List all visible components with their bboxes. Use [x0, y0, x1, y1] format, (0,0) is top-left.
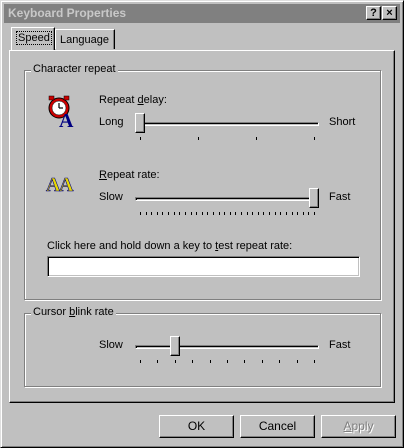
test-repeat-input[interactable] — [47, 256, 360, 277]
slider-tick — [235, 212, 236, 215]
slider-tick — [207, 212, 208, 215]
apply-button-label: Apply — [343, 419, 374, 433]
slider-tick — [247, 212, 248, 215]
slider-tick — [269, 212, 270, 215]
repeat-delay-min-label: Long — [99, 116, 124, 128]
cursor-blink-max-label: Fast — [329, 339, 351, 351]
repeat-delay-slider[interactable] — [135, 113, 319, 143]
title-bar[interactable]: Keyboard Properties ? × — [4, 4, 400, 23]
cursor-blink-slider[interactable] — [135, 336, 319, 366]
slider-tick — [252, 212, 253, 215]
repeat-rate-label: Repeat rate: — [99, 169, 160, 181]
cancel-button-label: Cancel — [258, 419, 297, 433]
repeat-rate-thumb[interactable] — [309, 188, 319, 208]
slider-tick — [314, 212, 315, 215]
slider-tick — [210, 360, 211, 363]
slider-tick — [192, 360, 193, 363]
cursor-blink-ticks — [140, 360, 315, 364]
ok-button[interactable]: OK — [159, 415, 234, 438]
slider-tick — [140, 212, 141, 215]
slider-tick — [162, 212, 163, 215]
slider-tick — [157, 360, 158, 363]
slider-tick — [219, 212, 220, 215]
slider-tick — [297, 360, 298, 363]
repeat-rate-icon: A A — [46, 174, 75, 195]
repeat-delay-thumb[interactable] — [135, 113, 145, 133]
slider-tick — [303, 212, 304, 215]
cancel-button[interactable]: Cancel — [240, 415, 315, 438]
slider-tick — [224, 212, 225, 215]
slider-tick — [151, 212, 152, 215]
slider-tick — [297, 212, 298, 215]
character-repeat-legend: Character repeat — [31, 63, 118, 75]
slider-tick — [179, 212, 180, 215]
test-repeat-prompt: Click here and hold down a key to test r… — [47, 240, 293, 252]
repeat-delay-ticks — [140, 137, 315, 141]
speed-tab-panel: Character repeat A Repeat delay: Long Sh… — [9, 50, 395, 403]
slider-tick — [262, 360, 263, 363]
repeat-delay-icon: A — [48, 95, 74, 129]
slider-tick — [140, 137, 141, 140]
slider-tick — [140, 360, 141, 363]
slider-tick — [241, 212, 242, 215]
slider-tick — [256, 137, 257, 140]
slider-tick — [279, 360, 280, 363]
slider-tick — [263, 212, 264, 215]
cursor-blink-preview — [65, 340, 66, 353]
close-icon: × — [386, 7, 393, 19]
repeat-rate-min-label: Slow — [99, 191, 123, 203]
slider-tick — [202, 212, 203, 215]
cursor-blink-thumb[interactable] — [170, 336, 180, 356]
close-button[interactable]: × — [382, 6, 397, 20]
repeat-delay-label: Repeat delay: — [99, 94, 167, 106]
repeat-delay-max-label: Short — [329, 116, 356, 128]
slider-tick — [258, 212, 259, 215]
tab-language-label: Language — [60, 34, 109, 46]
slider-tick — [244, 360, 245, 363]
slider-tick — [280, 212, 281, 215]
svg-text:A: A — [59, 110, 74, 129]
slider-tick — [146, 212, 147, 215]
tab-speed[interactable]: Speed — [11, 27, 55, 50]
slider-tick — [275, 212, 276, 215]
tab-speed-label: Speed — [16, 31, 52, 45]
slider-tick — [314, 360, 315, 363]
repeat-rate-ticks — [140, 212, 315, 216]
help-icon: ? — [370, 7, 377, 19]
slider-tick — [175, 360, 176, 363]
slider-tick — [292, 212, 293, 215]
cursor-blink-group: Cursor blink rate Slow Fast — [24, 306, 381, 387]
keyboard-properties-window: Keyboard Properties ? × Speed Language C… — [0, 0, 404, 448]
cursor-blink-min-label: Slow — [99, 339, 123, 351]
ok-button-label: OK — [187, 419, 206, 433]
tab-language[interactable]: Language — [55, 29, 115, 49]
apply-button[interactable]: Apply — [321, 415, 396, 438]
repeat-delay-track[interactable] — [135, 122, 319, 126]
cursor-blink-track[interactable] — [135, 345, 319, 349]
slider-tick — [308, 212, 309, 215]
slider-tick — [198, 137, 199, 140]
slider-tick — [185, 212, 186, 215]
slider-tick — [227, 360, 228, 363]
slider-tick — [168, 212, 169, 215]
svg-text:A: A — [59, 174, 74, 195]
cursor-blink-legend: Cursor blink rate — [31, 306, 116, 318]
slider-tick — [314, 137, 315, 140]
repeat-rate-slider[interactable] — [135, 188, 319, 218]
slider-tick — [191, 212, 192, 215]
window-title: Keyboard Properties — [8, 6, 127, 20]
repeat-rate-track[interactable] — [135, 197, 319, 201]
slider-tick — [230, 212, 231, 215]
character-repeat-group: Character repeat A Repeat delay: Long Sh… — [24, 63, 381, 300]
help-button[interactable]: ? — [366, 6, 381, 20]
slider-tick — [174, 212, 175, 215]
slider-tick — [213, 212, 214, 215]
slider-tick — [196, 212, 197, 215]
slider-tick — [157, 212, 158, 215]
repeat-rate-max-label: Fast — [329, 191, 351, 203]
slider-tick — [286, 212, 287, 215]
